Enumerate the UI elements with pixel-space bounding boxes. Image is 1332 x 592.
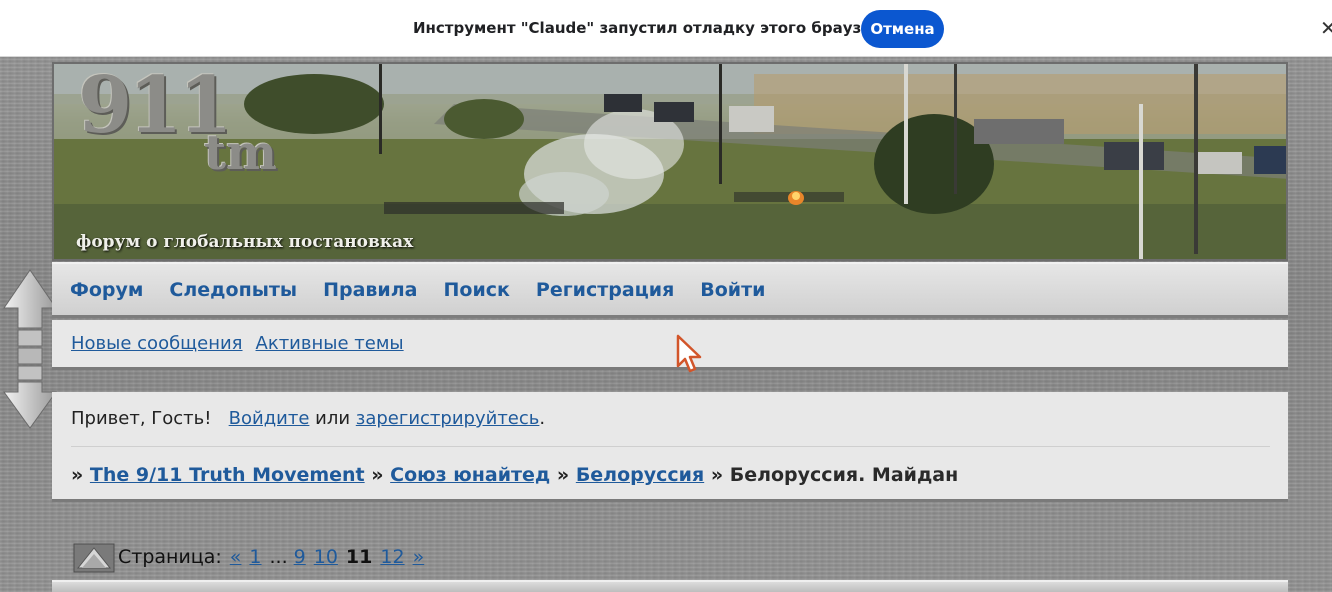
mouse-cursor-icon [676,334,704,378]
debug-infobar: Инструмент "Claude" запустил отладку это… [0,0,1332,57]
breadcrumb-current: Белоруссия. Майдан [729,464,959,486]
new-posts-link[interactable]: Новые сообщения [71,333,243,354]
login-link[interactable]: Войдите [229,408,310,429]
pages-icon [73,543,115,573]
greeting-or: или [315,408,351,429]
nav-rules[interactable]: Правила [323,279,417,301]
breadcrumb-separator: » [71,464,84,486]
site-tagline: форум о глобальных постановках [76,232,414,252]
page-link-1[interactable]: 1 [249,546,261,568]
breadcrumb-item-belarus[interactable]: Белоруссия [576,464,704,486]
next-page-link[interactable]: » [413,546,425,568]
up-down-arrows-icon[interactable] [2,268,58,430]
breadcrumb-item-union[interactable]: Союз юнайтед [390,464,550,486]
current-page: 11 [345,546,373,568]
infobar-cancel-button[interactable]: Отмена [861,10,944,48]
greeting-suffix: . [539,408,546,429]
nav-register[interactable]: Регистрация [536,279,674,301]
sub-nav: Новые сообщения Активные темы [52,320,1288,370]
page-link-10[interactable]: 10 [314,546,338,568]
greeting-text: Привет, Гость! [71,408,212,429]
page-link-12[interactable]: 12 [380,546,404,568]
breadcrumb-separator: » [556,464,570,486]
nav-trackers[interactable]: Следопыты [169,279,297,301]
infobar-message: Инструмент "Claude" запустил отладку это… [413,19,898,37]
breadcrumb: » The 9/11 Truth Movement » Союз юнайтед… [71,464,958,486]
page-link-9[interactable]: 9 [294,546,306,568]
info-panel: Привет, Гость! Войдите или зарегистрируй… [52,392,1288,502]
prev-page-link[interactable]: « [230,546,242,568]
breadcrumb-item-truth-movement[interactable]: The 9/11 Truth Movement [90,464,365,486]
page-ellipsis: ... [269,546,288,568]
header-banner[interactable]: 911 tm форум о глобальных постановках [52,62,1288,261]
active-topics-link[interactable]: Активные темы [256,333,404,354]
divider [71,446,1270,447]
pagination: Страница: « 1 ... 9 10 11 12 » [72,540,432,574]
page-label: Страница: [118,546,222,568]
nav-search[interactable]: Поиск [443,279,509,301]
breadcrumb-separator: » [371,464,384,486]
guest-greeting: Привет, Гость! Войдите или зарегистрируй… [71,408,545,429]
close-icon[interactable]: ✕ [1320,16,1332,40]
nav-login[interactable]: Войти [700,279,765,301]
site-logo-tm: tm [204,125,277,181]
nav-forum[interactable]: Форум [70,279,143,301]
content-top-bar [52,580,1288,592]
register-link[interactable]: зарегистрируйтесь [356,408,540,429]
main-nav: Форум Следопыты Правила Поиск Регистраци… [52,262,1288,318]
breadcrumb-separator: » [710,464,724,486]
